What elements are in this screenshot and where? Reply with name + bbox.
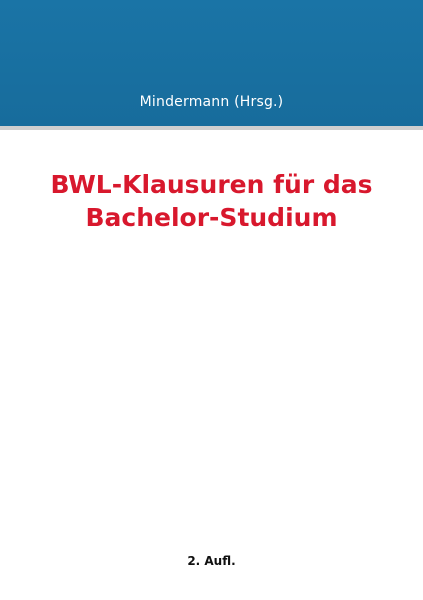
edition-label: 2. Aufl. (187, 554, 236, 568)
book-title: BWL-Klausuren für das Bachelor-Studium (0, 168, 423, 234)
cover-editor: Mindermann (Hrsg.) (139, 94, 284, 110)
book-title-line-2: Bachelor-Studium (85, 203, 338, 232)
book-cover: Mindermann (Hrsg.) BWL-Klausuren für das… (0, 0, 423, 600)
cover-divider (0, 126, 423, 130)
book-title-line-1: BWL-Klausuren für das (50, 170, 373, 199)
